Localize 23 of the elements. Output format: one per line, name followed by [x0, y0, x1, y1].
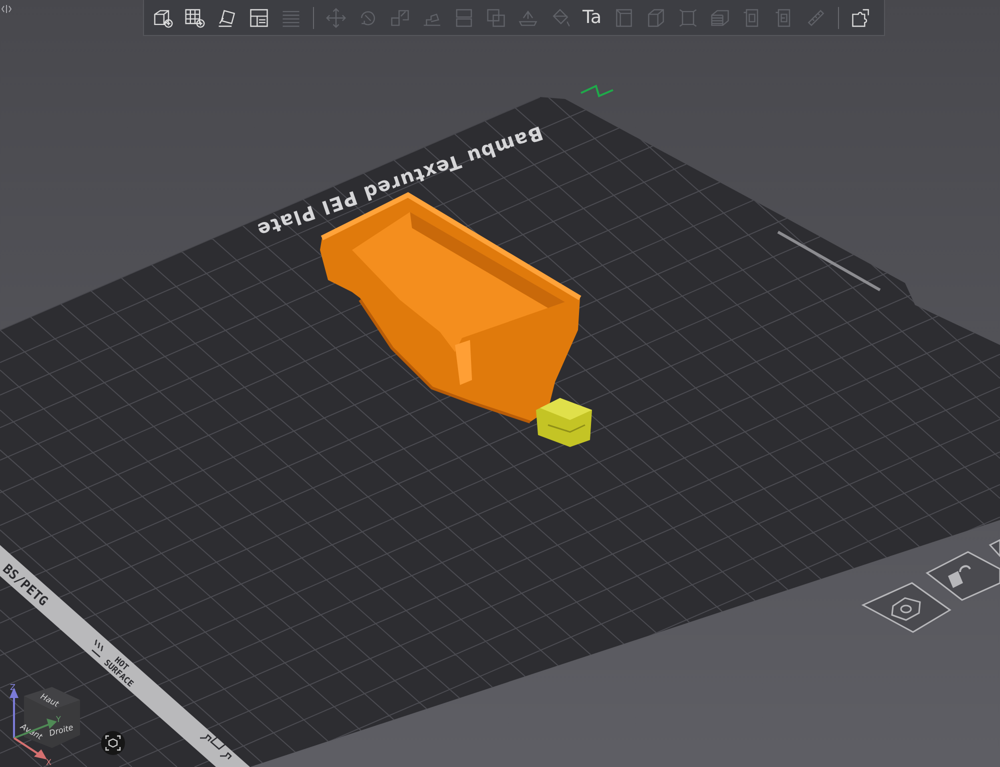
frame-icon — [677, 6, 699, 28]
fit-view-button[interactable] — [101, 731, 125, 755]
heat-icon — [91, 639, 104, 658]
lock-icon — [948, 565, 971, 588]
puzzle-icon — [850, 6, 872, 28]
collapse-icon[interactable] — [1, 4, 12, 14]
overlapping-squares-icon — [485, 6, 507, 28]
split-icon — [453, 6, 475, 28]
cube-icon — [645, 6, 667, 28]
grid-plus-icon — [184, 6, 206, 28]
nut-icon — [891, 597, 921, 621]
axis-label: X — [46, 758, 52, 767]
support-drawing — [536, 398, 592, 447]
cube-face-label: Droite — [48, 722, 74, 738]
box-icon — [613, 6, 635, 28]
cube-face-label: Haut — [39, 692, 60, 709]
toolbar-button[interactable]: Ta — [577, 2, 607, 32]
move-icon — [325, 6, 347, 28]
axis-label: Y — [56, 715, 61, 724]
bed-marking-icon — [199, 734, 232, 760]
layout-icon — [248, 6, 270, 28]
axis-label: Z — [10, 683, 16, 692]
axis-marker-icon — [580, 84, 614, 98]
